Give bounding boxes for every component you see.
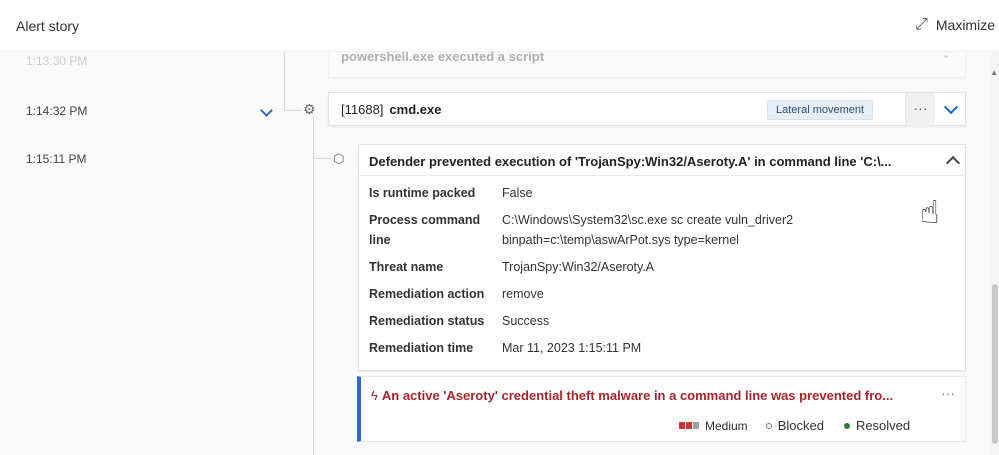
chevron-down-icon: [943, 99, 958, 114]
timeline-times: 1:13:30 PM 1:14:32 PM 1:15:11 PM: [0, 52, 290, 455]
chevron-up-icon[interactable]: [945, 155, 961, 171]
alert-more-button[interactable]: ···: [941, 385, 955, 401]
shield-node-icon: ⬡: [333, 151, 345, 166]
detail-key: Remediation action: [369, 287, 485, 301]
alert-story-header: Alert story ⤢ Maximize: [0, 0, 999, 52]
severity-block: [686, 422, 692, 429]
alert-title-text: An active 'Aseroty' credential theft mal…: [381, 388, 894, 403]
process-label: [11688] cmd.exe: [341, 102, 441, 117]
alert-title: ϟ An active 'Aseroty' credential theft ma…: [371, 388, 893, 403]
panel-title: Alert story: [16, 18, 80, 34]
more-options-button[interactable]: ···: [905, 93, 935, 126]
process-name: cmd.exe: [389, 102, 442, 117]
event-detail-title: Defender prevented execution of 'TrojanS…: [369, 154, 892, 169]
vertical-scrollbar[interactable]: [991, 52, 999, 455]
divider: [359, 175, 965, 176]
process-gear-icon: ⚙: [303, 101, 316, 117]
severity-icon: [679, 422, 699, 429]
detail-key: Threat name: [369, 260, 444, 274]
alert-status-row: Medium Blocked Resolved: [679, 418, 910, 433]
detail-key: Process command line: [369, 213, 481, 247]
tree-connector: [313, 116, 314, 455]
resolved-label: Resolved: [855, 418, 911, 433]
detail-value: Success: [502, 314, 550, 328]
tree-connector: [284, 110, 302, 111]
severity-label: Medium: [705, 418, 748, 433]
process-card[interactable]: [11688] cmd.exe Lateral movement ···: [328, 92, 966, 126]
previous-event-card[interactable]: powershell.exe executed a script ⌄: [328, 52, 966, 78]
blocked-status-icon: [765, 422, 772, 429]
lightning-icon: ϟ: [371, 388, 378, 403]
detail-key: Remediation time: [369, 341, 474, 355]
maximize-label: Maximize: [935, 17, 995, 33]
time-label: 1:15:11 PM: [26, 152, 87, 166]
hand-cursor-icon: ☝: [920, 194, 940, 230]
detail-value: remove: [502, 287, 544, 301]
collapse-button[interactable]: [935, 93, 966, 126]
tactic-badge: Lateral movement: [767, 100, 874, 120]
tree-connector: [284, 52, 285, 110]
scroll-up-icon[interactable]: ▲: [990, 68, 998, 77]
alert-card[interactable]: ϟ An active 'Aseroty' credential theft ma…: [357, 376, 966, 442]
time-label: 1:13:30 PM: [26, 54, 88, 68]
detection-status: Blocked: [765, 418, 824, 433]
scrollbar-thumb[interactable]: [992, 284, 998, 444]
alert-status: Resolved: [843, 418, 911, 433]
blocked-label: Blocked: [777, 418, 824, 433]
detail-key: Is runtime packed: [369, 186, 476, 200]
process-id: [11688]: [341, 102, 384, 117]
detail-value: False: [502, 186, 533, 200]
severity-block: [679, 422, 685, 429]
detail-value: Mar 11, 2023 1:15:11 PM: [502, 341, 642, 355]
resolved-status-icon: [843, 422, 850, 429]
detail-value: TrojanSpy:Win32/Aseroty.A: [502, 260, 655, 274]
previous-event-text: powershell.exe executed a script: [341, 52, 545, 64]
time-label: 1:14:32 PM: [26, 104, 88, 118]
detail-key: Remediation status: [369, 314, 485, 328]
event-detail-card: Defender prevented execution of 'TrojanS…: [358, 144, 966, 371]
severity-block: [693, 422, 699, 429]
detail-value: C:\Windows\System32\sc.exe sc create vul…: [502, 213, 794, 247]
chevron-down-icon[interactable]: ⌄: [941, 52, 951, 61]
maximize-button[interactable]: ⤢ Maximize: [915, 16, 995, 34]
tree-connector: [313, 158, 331, 159]
maximize-icon: ⤢: [915, 16, 928, 33]
alert-story-content: 1:13:30 PM 1:14:32 PM 1:15:11 PM ⚙ ⬡ pow…: [0, 52, 999, 455]
